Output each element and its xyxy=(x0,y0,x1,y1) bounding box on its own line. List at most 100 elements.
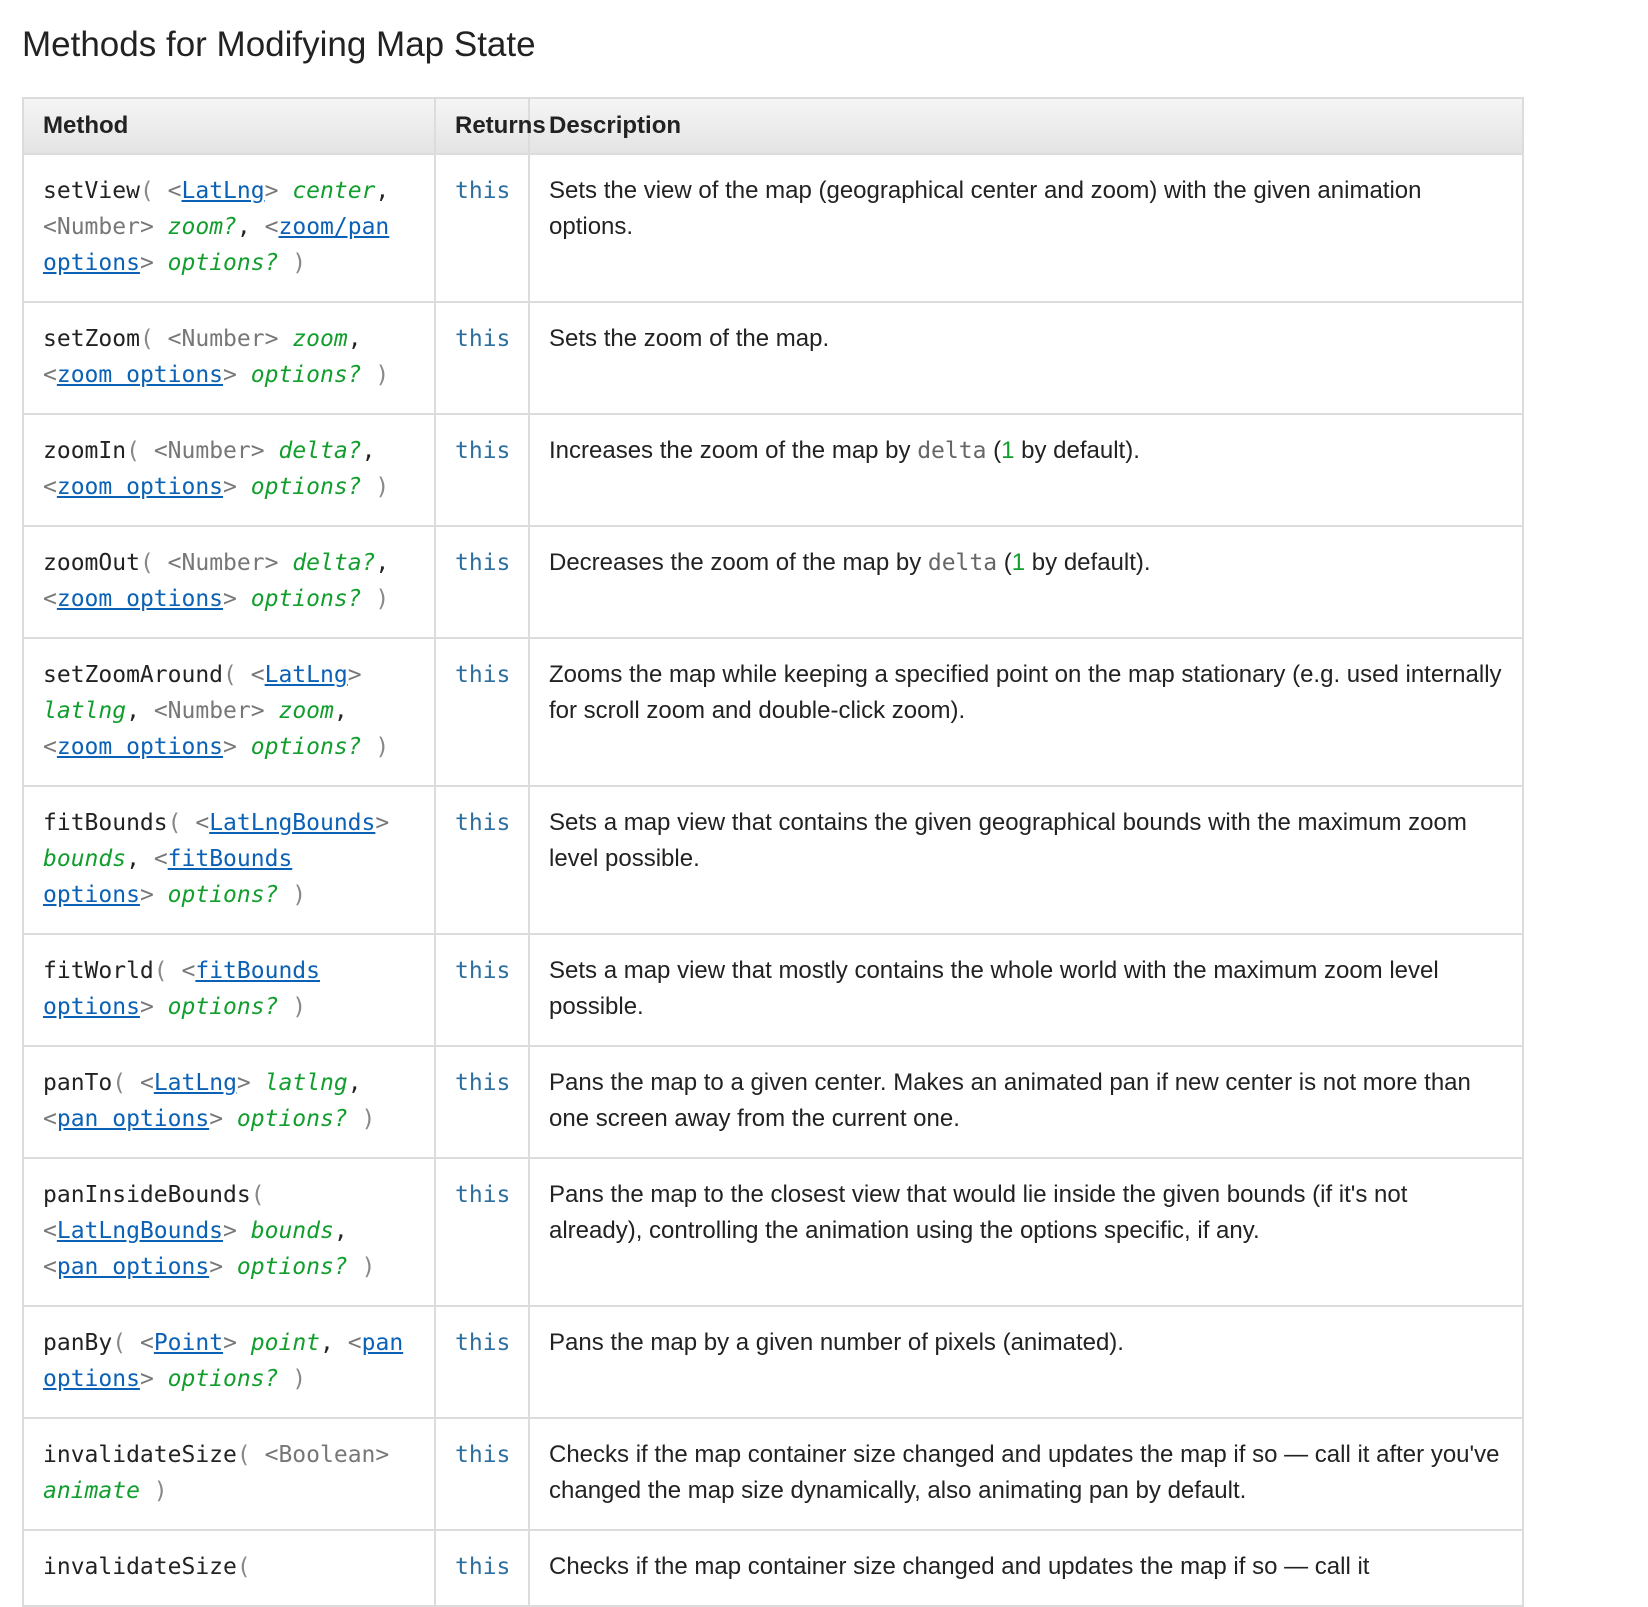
param-name: zoom xyxy=(292,326,348,352)
description-text: Sets a map view that contains the given … xyxy=(549,809,1467,872)
description-text: Sets the zoom of the map. xyxy=(549,325,830,352)
methods-table: Method Returns Description setView( <Lat… xyxy=(22,97,1524,1607)
param-type-link[interactable]: zoom options xyxy=(57,474,223,500)
close-paren: ) xyxy=(292,882,307,908)
param-type: Number xyxy=(181,326,265,352)
param-name: animate xyxy=(43,1478,140,1504)
type-bracket: < xyxy=(347,1330,362,1356)
close-paren: ) xyxy=(153,1478,168,1504)
method-name: setView xyxy=(43,178,140,204)
open-paren: ( xyxy=(112,1070,127,1096)
method-signature: zoomOut( <Number> delta?, <zoom options>… xyxy=(22,525,436,639)
close-paren: ) xyxy=(292,250,307,276)
table-row: invalidateSize( <Boolean> animate ) this C… xyxy=(22,1417,1524,1531)
param-name: delta? xyxy=(278,438,362,464)
param-type: Number xyxy=(167,698,251,724)
method-signature: zoomIn( <Number> delta?, <zoom options> … xyxy=(22,413,436,527)
returns-value: this xyxy=(434,1157,530,1307)
method-description: Sets a map view that mostly contains the… xyxy=(528,933,1524,1047)
param-name: bounds xyxy=(43,846,127,872)
param-name: options? xyxy=(250,474,362,500)
close-paren: ) xyxy=(375,586,390,612)
type-bracket: < xyxy=(153,698,168,724)
description-text: Zooms the map while keeping a specified … xyxy=(549,661,1502,724)
type-bracket: > xyxy=(264,326,279,352)
method-name: setZoomAround xyxy=(43,662,224,688)
method-description: Checks if the map container size changed… xyxy=(528,1529,1524,1607)
type-bracket: > xyxy=(347,662,362,688)
type-bracket: > xyxy=(139,994,154,1020)
param-type-link[interactable]: LatLngBounds xyxy=(209,810,375,836)
param-name: options? xyxy=(167,882,279,908)
close-paren: ) xyxy=(361,1106,376,1132)
param-type-link[interactable]: LatLng xyxy=(265,662,348,688)
type-bracket: < xyxy=(167,326,182,352)
close-paren: ) xyxy=(375,734,390,760)
type-bracket: > xyxy=(139,250,154,276)
description-text: Pans the map by a given number of pixels… xyxy=(549,1329,1124,1356)
param-type-link[interactable]: Point xyxy=(154,1330,223,1356)
param-type-link[interactable]: pan options xyxy=(57,1106,209,1132)
open-paren: ( xyxy=(139,178,154,204)
method-name: fitBounds xyxy=(43,810,168,836)
type-bracket: > xyxy=(264,550,279,576)
method-signature: fitBounds( <LatLngBounds> bounds, <fitBo… xyxy=(22,785,436,935)
method-description: Sets the view of the map (geographical c… xyxy=(528,153,1524,303)
param-type-link[interactable]: LatLng xyxy=(182,178,265,204)
method-signature: setView( <LatLng> center, <Number> zoom?… xyxy=(22,153,436,303)
method-name: zoomOut xyxy=(43,550,140,576)
param-type-link[interactable]: zoom options xyxy=(57,362,223,388)
method-name: panTo xyxy=(43,1070,113,1096)
param-type-link[interactable]: zoom options xyxy=(57,586,223,612)
type-bracket: < xyxy=(43,1254,57,1280)
close-paren: ) xyxy=(361,1254,376,1280)
open-paren: ( xyxy=(236,1554,251,1580)
param-type-link[interactable]: pan options xyxy=(57,1254,209,1280)
returns-value: this xyxy=(434,637,530,787)
description-text: Pans the map to the closest view that wo… xyxy=(549,1181,1408,1244)
param-name: options? xyxy=(167,250,279,276)
type-bracket: < xyxy=(264,214,279,240)
method-signature: panBy( <Point> point, <pan options> opti… xyxy=(22,1305,436,1419)
open-paren: ( xyxy=(250,1182,265,1208)
method-description: Zooms the map while keeping a specified … xyxy=(528,637,1524,787)
type-bracket: < xyxy=(43,734,57,760)
description-text: by default). xyxy=(1014,437,1140,464)
open-paren: ( xyxy=(167,810,182,836)
inline-code: delta xyxy=(927,550,998,576)
open-paren: ( xyxy=(223,662,237,688)
open-paren: ( xyxy=(112,1330,127,1356)
type-bracket: < xyxy=(43,1218,57,1244)
table-row: fitWorld( <fitBounds options> options? )… xyxy=(22,933,1524,1047)
returns-value: this xyxy=(434,1529,530,1607)
type-bracket: > xyxy=(375,810,390,836)
returns-value: this xyxy=(434,785,530,935)
type-bracket: > xyxy=(250,438,265,464)
table-row: setZoom( <Number> zoom, <zoom options> o… xyxy=(22,301,1524,415)
open-paren: ( xyxy=(236,1442,251,1468)
close-paren: ) xyxy=(292,1366,307,1392)
description-text: Decreases the zoom of the map by xyxy=(549,549,928,576)
inline-code: delta xyxy=(917,438,987,464)
table-row: zoomOut( <Number> delta?, <zoom options>… xyxy=(22,525,1524,639)
param-type-link[interactable]: zoom options xyxy=(57,734,223,760)
type-bracket: < xyxy=(181,958,196,984)
type-bracket: > xyxy=(236,1070,251,1096)
table-row: setView( <LatLng> center, <Number> zoom?… xyxy=(22,153,1524,303)
type-bracket: > xyxy=(223,734,237,760)
returns-value: this xyxy=(434,525,530,639)
param-name: options? xyxy=(236,1254,348,1280)
type-bracket: > xyxy=(264,178,279,204)
inline-number: 1 xyxy=(1001,437,1015,464)
param-type-link[interactable]: LatLng xyxy=(154,1070,237,1096)
param-type: Boolean xyxy=(278,1442,376,1468)
description-text: Increases the zoom of the map by xyxy=(549,437,918,464)
returns-value: this xyxy=(434,413,530,527)
returns-value: this xyxy=(434,933,530,1047)
table-row: invalidateSize(this Checks if the map con… xyxy=(22,1529,1524,1607)
method-signature: panInsideBounds( <LatLngBounds> bounds, … xyxy=(22,1157,436,1307)
param-type-link[interactable]: LatLngBounds xyxy=(57,1218,223,1244)
type-bracket: < xyxy=(43,1106,57,1132)
type-bracket: < xyxy=(195,810,210,836)
table-row: zoomIn( <Number> delta?, <zoom options> … xyxy=(22,413,1524,527)
